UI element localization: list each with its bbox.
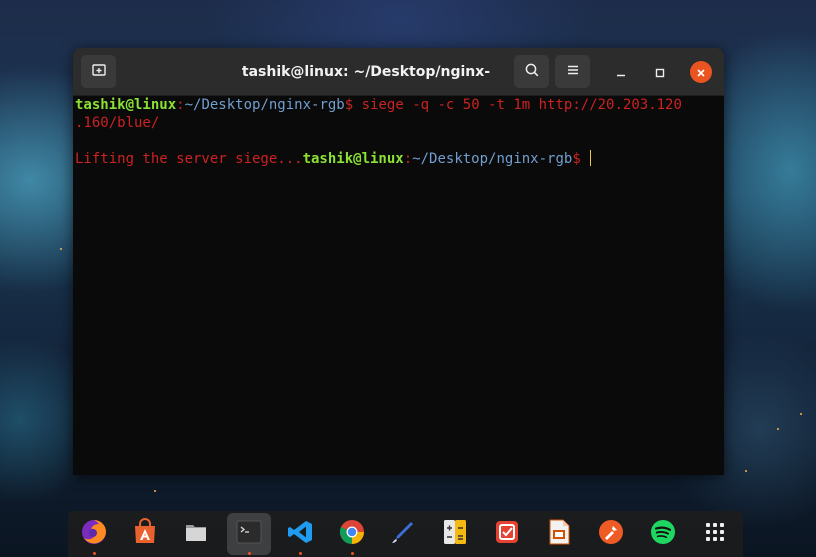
spotify-icon xyxy=(649,518,677,550)
search-button[interactable] xyxy=(514,55,549,88)
prompt-user-host: tashik@linux xyxy=(75,97,177,113)
dock-app-software[interactable] xyxy=(123,513,167,555)
running-indicator xyxy=(248,552,251,555)
prompt-user-host: tashik@linux xyxy=(302,151,404,167)
files-icon xyxy=(182,518,210,550)
terminal-icon xyxy=(235,519,263,549)
dock-app-impress[interactable] xyxy=(537,513,581,555)
new-tab-button[interactable] xyxy=(81,55,116,88)
software-store-icon xyxy=(131,518,159,550)
vscode-icon xyxy=(286,518,314,550)
maximize-icon xyxy=(655,63,665,82)
presentation-icon xyxy=(546,518,572,550)
dock xyxy=(68,511,743,557)
app-grid-icon xyxy=(705,522,725,546)
running-indicator xyxy=(351,552,354,555)
show-applications-button[interactable] xyxy=(693,513,737,555)
dock-app-vscode[interactable] xyxy=(278,513,322,555)
prompt-separator: : xyxy=(403,151,413,167)
dock-app-pen[interactable] xyxy=(381,513,425,555)
prompt-separator: : xyxy=(176,97,185,113)
siege-output: Lifting the server siege... xyxy=(75,151,303,167)
command-text: siege -q -c 50 -t 1m http://20.203.120 xyxy=(353,97,682,113)
terminal-output[interactable]: tashik@linux:~/Desktop/nginx-rgb$ siege … xyxy=(73,96,724,475)
close-button[interactable] xyxy=(690,61,712,83)
todo-icon xyxy=(493,518,521,550)
title-bar[interactable]: tashik@linux: ~/Desktop/nginx-rgb xyxy=(73,48,724,128)
dock-app-todo[interactable] xyxy=(485,513,529,555)
terminal-line-1: tashik@linux:~/Desktop/nginx-rgb$ siege … xyxy=(75,96,722,114)
dock-app-terminal[interactable] xyxy=(227,513,271,555)
dock-app-firefox[interactable] xyxy=(72,513,116,555)
dock-app-chrome[interactable] xyxy=(330,513,374,555)
dock-app-spotify[interactable] xyxy=(641,513,685,555)
chrome-icon xyxy=(338,518,366,550)
terminal-line-3: Lifting the server siege...tashik@linux:… xyxy=(75,150,722,168)
dock-app-calculator[interactable] xyxy=(433,513,477,555)
dock-app-postman[interactable] xyxy=(589,513,633,555)
hamburger-menu-icon xyxy=(566,62,580,81)
prompt-path: ~/Desktop/nginx-rgb xyxy=(412,151,573,167)
text-cursor xyxy=(590,150,592,166)
calculator-icon xyxy=(442,518,468,550)
prompt-path: ~/Desktop/nginx-rgb xyxy=(184,97,345,113)
firefox-icon xyxy=(79,517,109,551)
maximize-button[interactable] xyxy=(649,61,671,83)
minimize-button[interactable] xyxy=(610,61,632,83)
running-indicator xyxy=(299,552,302,555)
close-icon xyxy=(696,63,706,82)
dock-app-files[interactable] xyxy=(174,513,218,555)
prompt-dollar: $ xyxy=(572,151,590,167)
running-indicator xyxy=(93,552,96,555)
terminal-line-2: .160/blue/ xyxy=(75,115,160,131)
search-icon xyxy=(524,62,540,82)
window-title: tashik@linux: ~/Desktop/nginx-rgb xyxy=(241,64,491,128)
prompt-dollar: $ xyxy=(344,97,354,113)
new-tab-icon xyxy=(91,62,107,82)
terminal-window: tashik@linux: ~/Desktop/nginx-rgb xyxy=(73,48,724,475)
menu-button[interactable] xyxy=(555,55,590,88)
minimize-icon xyxy=(616,63,626,82)
postman-icon xyxy=(597,518,625,550)
pen-icon xyxy=(389,518,417,550)
